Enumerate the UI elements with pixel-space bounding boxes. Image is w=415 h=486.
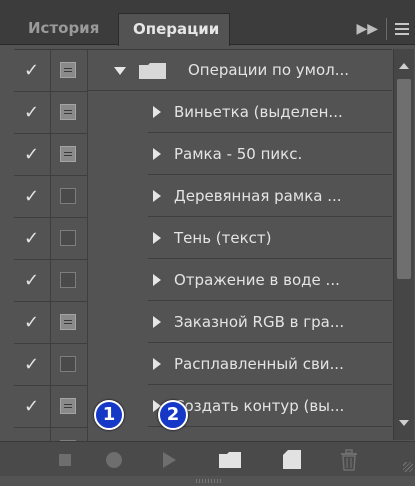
action-row[interactable]: ✓ Создать контур (вы... <box>14 386 392 428</box>
check-icon[interactable]: ✓ <box>24 270 39 291</box>
scroll-down-icon[interactable] <box>399 420 409 426</box>
scrollbar[interactable] <box>393 49 414 440</box>
action-label: Расплавленный сви... <box>174 355 344 373</box>
dialog-toggle-icon[interactable] <box>60 272 76 288</box>
toggle-item-cell[interactable]: ✓ <box>14 134 51 176</box>
action-label: Заказной RGB в гра... <box>174 313 345 331</box>
check-icon[interactable]: ✓ <box>24 312 39 333</box>
panel-grip[interactable] <box>196 479 222 483</box>
toggle-item-cell[interactable]: ✓ <box>14 176 51 218</box>
action-label: Рамка - 50 пикс. <box>174 145 303 163</box>
dialog-toggle-icon[interactable] <box>60 230 76 246</box>
tab-actions[interactable]: Операции <box>118 13 230 46</box>
check-icon[interactable]: ✓ <box>24 60 39 81</box>
toggle-dialog-cell[interactable] <box>51 218 88 260</box>
double-arrow-icon[interactable]: ▶▶ <box>356 21 378 37</box>
check-icon[interactable]: ✓ <box>24 228 39 249</box>
toggle-dialog-cell[interactable] <box>51 428 88 441</box>
expand-right-icon[interactable] <box>153 106 161 118</box>
action-row[interactable]: ✓ Операции по умол... <box>14 50 392 92</box>
action-label: Виньетка (выделен... <box>174 103 343 121</box>
dialog-toggle-icon[interactable] <box>60 146 76 162</box>
check-icon[interactable]: ✓ <box>24 144 39 165</box>
toggle-dialog-cell[interactable] <box>51 176 88 218</box>
tab-history[interactable]: История <box>14 13 113 44</box>
scroll-thumb[interactable] <box>397 79 411 279</box>
dialog-toggle-icon[interactable] <box>60 104 76 120</box>
action-row[interactable]: ✓ Тонирование сепие... <box>14 428 392 441</box>
action-item[interactable]: Рамка - 50 пикс. <box>88 134 392 175</box>
action-item[interactable]: Отражение в воде ... <box>88 260 392 301</box>
action-label: Тень (текст) <box>174 229 272 247</box>
action-row[interactable]: ✓ Заказной RGB в гра... <box>14 302 392 344</box>
stop-icon[interactable] <box>59 454 71 466</box>
trash-icon[interactable] <box>340 449 358 471</box>
toggle-dialog-cell[interactable] <box>51 260 88 302</box>
action-item[interactable]: Тонирование сепие... <box>88 428 392 441</box>
toggle-item-cell[interactable]: ✓ <box>14 218 51 260</box>
expand-right-icon[interactable] <box>153 274 161 286</box>
check-icon[interactable]: ✓ <box>24 186 39 207</box>
action-item[interactable]: Виньетка (выделен... <box>88 92 392 133</box>
folder-icon[interactable] <box>218 450 242 470</box>
check-icon[interactable]: ✓ <box>24 102 39 123</box>
toggle-item-cell[interactable]: ✓ <box>14 428 51 441</box>
toggle-dialog-cell[interactable] <box>51 92 88 134</box>
action-row[interactable]: ✓ Тень (текст) <box>14 218 392 260</box>
action-row[interactable]: ✓ Деревянная рамка ... <box>14 176 392 218</box>
toggle-dialog-cell[interactable] <box>51 344 88 386</box>
expand-right-icon[interactable] <box>153 148 161 160</box>
action-label: Операции по умол... <box>188 61 350 79</box>
dialog-toggle-icon[interactable] <box>60 188 76 204</box>
dialog-toggle-icon[interactable] <box>60 62 76 78</box>
actions-list: ✓ Операции по умол... ✓ Виньетка (выделен..… <box>14 49 392 441</box>
panel-tab-bar: История Операции ▶▶ <box>0 0 415 46</box>
action-item[interactable]: Расплавленный сви... <box>88 344 392 385</box>
action-item[interactable]: Заказной RGB в гра... <box>88 302 392 343</box>
scroll-up-icon[interactable] <box>399 63 409 69</box>
actions-toolbar <box>0 441 415 476</box>
new-action-icon[interactable] <box>282 449 302 471</box>
resize-handle-icon[interactable] <box>403 462 413 472</box>
action-label: Тонирование сепие... <box>174 428 343 441</box>
action-label: Деревянная рамка ... <box>174 187 342 205</box>
play-icon[interactable] <box>163 452 176 468</box>
expand-right-icon[interactable] <box>153 358 161 370</box>
callout-badge-1: 1 <box>94 400 124 430</box>
expand-right-icon[interactable] <box>153 316 161 328</box>
toggle-dialog-cell[interactable] <box>51 302 88 344</box>
record-icon[interactable] <box>106 452 122 468</box>
expand-right-icon[interactable] <box>153 232 161 244</box>
toggle-item-cell[interactable]: ✓ <box>14 302 51 344</box>
toggle-item-cell[interactable]: ✓ <box>14 344 51 386</box>
action-label: Создать контур (вы... <box>174 397 345 415</box>
toggle-item-cell[interactable]: ✓ <box>14 386 51 428</box>
dialog-toggle-icon[interactable] <box>60 314 76 330</box>
action-item[interactable]: Создать контур (вы... <box>88 386 392 427</box>
action-row[interactable]: ✓ Отражение в воде ... <box>14 260 392 302</box>
check-icon[interactable]: ✓ <box>24 396 39 417</box>
panel-menu-icon[interactable] <box>395 23 409 35</box>
expand-down-icon[interactable] <box>114 67 126 75</box>
toggle-dialog-cell[interactable] <box>51 386 88 428</box>
expand-right-icon[interactable] <box>153 190 161 202</box>
divider <box>386 18 387 40</box>
action-label: Отражение в воде ... <box>174 271 340 289</box>
toggle-item-cell[interactable]: ✓ <box>14 260 51 302</box>
action-row[interactable]: ✓ Расплавленный сви... <box>14 344 392 386</box>
action-item[interactable]: Тень (текст) <box>88 218 392 259</box>
dialog-toggle-icon[interactable] <box>60 356 76 372</box>
toggle-item-cell[interactable]: ✓ <box>14 50 51 92</box>
check-icon[interactable]: ✓ <box>24 354 39 375</box>
dialog-toggle-icon[interactable] <box>60 398 76 414</box>
action-row[interactable]: ✓ Рамка - 50 пикс. <box>14 134 392 176</box>
callout-badge-2: 2 <box>158 400 188 430</box>
action-item[interactable]: Деревянная рамка ... <box>88 176 392 217</box>
action-item[interactable]: Операции по умол... <box>88 50 392 91</box>
toggle-dialog-cell[interactable] <box>51 134 88 176</box>
toggle-dialog-cell[interactable] <box>51 50 88 92</box>
folder-icon <box>139 63 166 79</box>
action-row[interactable]: ✓ Виньетка (выделен... <box>14 92 392 134</box>
toggle-item-cell[interactable]: ✓ <box>14 92 51 134</box>
